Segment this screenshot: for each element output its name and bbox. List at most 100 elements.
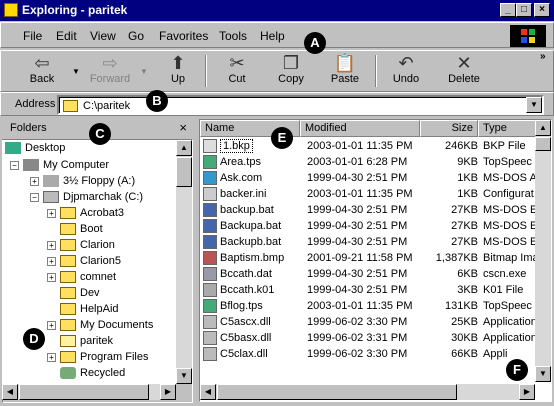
up-button[interactable]: ⬆ Up: [157, 53, 199, 89]
expand-icon[interactable]: +: [47, 352, 56, 362]
recycle-bin-icon: [60, 367, 76, 380]
file-name: C5clax.dll: [220, 348, 268, 360]
tree-item-desktop[interactable]: Desktop: [5, 142, 65, 158]
table-row[interactable]: Bccath.dat 1999-04-30 2:51 PM 6KB cscn.exe: [200, 266, 536, 283]
address-field[interactable]: C:\paritek ▼: [57, 95, 544, 115]
tree-item-helpaid[interactable]: HelpAid: [60, 303, 119, 319]
file-modified: 1999-04-30 2:51 PM: [307, 236, 408, 248]
column-header-type[interactable]: Type: [478, 120, 536, 137]
menu-view[interactable]: View: [90, 29, 116, 43]
forward-button[interactable]: ⇨ Forward: [85, 53, 135, 89]
tree-label: Clarion5: [80, 255, 121, 267]
scroll-left-arrow-icon[interactable]: ◀: [200, 384, 216, 400]
close-button[interactable]: ×: [534, 3, 550, 17]
column-header-size[interactable]: Size: [420, 120, 478, 137]
forward-label: Forward: [89, 73, 131, 85]
chevron-right-icon[interactable]: »: [540, 51, 546, 62]
files-horizontal-scrollbar[interactable]: ◀ ▶: [200, 384, 535, 400]
scroll-thumb[interactable]: [176, 157, 192, 187]
scroll-left-arrow-icon[interactable]: ◀: [2, 384, 18, 400]
scroll-right-arrow-icon[interactable]: ▶: [519, 384, 535, 400]
scroll-up-arrow-icon[interactable]: ▲: [176, 140, 192, 156]
scroll-down-arrow-icon[interactable]: ▼: [176, 368, 192, 384]
file-name: Area.tps: [220, 156, 261, 168]
tree-item-program-files[interactable]: + Program Files: [47, 351, 148, 367]
file-size: 30KB: [451, 332, 478, 344]
paste-button[interactable]: 📋 Paste: [323, 53, 367, 89]
expand-icon[interactable]: +: [30, 176, 39, 186]
expand-icon[interactable]: +: [47, 272, 56, 282]
collapse-icon[interactable]: −: [10, 160, 19, 170]
cut-button[interactable]: ✂ Cut: [215, 53, 259, 89]
menu-tools[interactable]: Tools: [219, 29, 247, 43]
forward-dropdown-icon[interactable]: ▼: [140, 67, 148, 76]
minimize-button[interactable]: _: [500, 3, 516, 17]
tree-item-clarion[interactable]: + Clarion: [47, 239, 115, 255]
folders-horizontal-scrollbar[interactable]: ◀ ▶: [2, 384, 176, 400]
expand-icon[interactable]: +: [47, 240, 56, 250]
tree-item-acrobat3[interactable]: + Acrobat3: [47, 207, 124, 223]
folder-icon: [63, 100, 78, 112]
menu-edit[interactable]: Edit: [56, 29, 77, 43]
file-icon: [203, 331, 217, 345]
tree-item-paritek[interactable]: paritek: [60, 335, 113, 351]
table-row[interactable]: C5clax.dll 1999-06-02 3:30 PM 66KB Appli: [200, 346, 536, 363]
expand-icon[interactable]: +: [47, 256, 56, 266]
back-dropdown-icon[interactable]: ▼: [72, 67, 80, 76]
delete-label: Delete: [448, 73, 480, 85]
folders-vertical-scrollbar[interactable]: ▲ ▼: [176, 140, 192, 384]
back-button[interactable]: ⇦ Back: [21, 53, 63, 89]
tree-item-floppy[interactable]: +3½ Floppy (A:): [30, 175, 135, 191]
tree-item-my-documents[interactable]: + My Documents: [47, 319, 153, 335]
table-row[interactable]: Bccath.k01 1999-04-30 2:51 PM 3KB K01 File: [200, 282, 536, 299]
files-vertical-scrollbar[interactable]: ▲ ▼: [535, 120, 551, 382]
file-size: 131KB: [444, 300, 478, 312]
tree-item-clarion5[interactable]: + Clarion5: [47, 255, 121, 271]
toolbar: ⇦ Back ▼ ⇨ Forward ▼ ⬆ Up ✂ Cut ❐ Copy 📋…: [0, 50, 554, 92]
scroll-right-arrow-icon[interactable]: ▶: [160, 384, 176, 400]
table-row[interactable]: Area.tps 2003-01-01 6:28 PM 9KB TopSpeec: [200, 154, 536, 171]
tree-item-drive-c[interactable]: − Djpmarchak (C:): [30, 191, 143, 207]
table-row[interactable]: 1.bkp 2003-01-01 11:35 PM 246KB BKP File: [200, 138, 536, 155]
collapse-icon[interactable]: −: [30, 192, 39, 202]
expand-icon[interactable]: +: [47, 320, 56, 330]
maximize-button[interactable]: □: [516, 3, 532, 17]
file-type: TopSpeec: [483, 300, 532, 312]
address-dropdown-button[interactable]: ▼: [526, 97, 542, 113]
table-row[interactable]: Backupa.bat 1999-04-30 2:51 PM 27KB MS-DOS …: [200, 218, 537, 235]
delete-button[interactable]: ✕ Delete: [442, 53, 486, 89]
folders-close-button[interactable]: ×: [179, 120, 187, 135]
column-header-modified[interactable]: Modified: [300, 120, 420, 137]
menu-file[interactable]: File: [23, 29, 42, 43]
table-row[interactable]: Backupb.bat 1999-04-30 2:51 PM 27KB MS-DOS …: [200, 234, 537, 251]
menu-favorites[interactable]: Favorites: [159, 29, 208, 43]
scroll-thumb[interactable]: [535, 137, 551, 151]
tree-item-dev[interactable]: Dev: [60, 287, 100, 303]
file-type: cscn.exe: [483, 268, 527, 280]
table-row[interactable]: Baptism.bmp 2001-09-21 11:58 PM 1,387KB Bit…: [200, 250, 539, 267]
table-row[interactable]: Ask.com 1999-04-30 2:51 PM 1KB MS-DOS A: [200, 170, 537, 187]
menu-help[interactable]: Help: [260, 29, 285, 43]
expand-icon[interactable]: +: [47, 208, 56, 218]
undo-button[interactable]: ↶ Undo: [384, 53, 428, 89]
tree-label: paritek: [80, 335, 114, 347]
tree-item-my-computer[interactable]: − My Computer: [10, 159, 109, 175]
table-row[interactable]: Bflog.tps 2003-01-01 11:35 PM 131KB TopSpee…: [200, 298, 536, 315]
table-row[interactable]: backer.ini 2003-01-01 11:35 PM 1KB Configur…: [200, 186, 536, 203]
file-icon: [203, 299, 217, 313]
tree-item-comnet[interactable]: + comnet: [47, 271, 116, 287]
tree-item-recycled[interactable]: Recycled: [60, 367, 125, 383]
menu-bar: File Edit View Go Favorites Tools Help: [0, 22, 554, 48]
table-row[interactable]: C5basx.dll 1999-06-02 3:31 PM 30KB Applicat…: [200, 330, 537, 347]
menu-go[interactable]: Go: [128, 29, 144, 43]
scroll-up-arrow-icon[interactable]: ▲: [535, 120, 551, 136]
copy-button[interactable]: ❐ Copy: [269, 53, 313, 89]
table-row[interactable]: backup.bat 1999-04-30 2:51 PM 27KB MS-DOS E: [200, 202, 537, 219]
scroll-thumb[interactable]: [217, 384, 457, 400]
file-name: C5basx.dll: [220, 332, 272, 344]
scroll-down-arrow-icon[interactable]: ▼: [535, 366, 551, 382]
pane-splitter[interactable]: [194, 119, 198, 403]
tree-item-boot[interactable]: Boot: [60, 223, 103, 239]
scroll-thumb[interactable]: [19, 384, 149, 400]
table-row[interactable]: C5ascx.dll 1999-06-02 3:30 PM 25KB Applicat…: [200, 314, 537, 331]
